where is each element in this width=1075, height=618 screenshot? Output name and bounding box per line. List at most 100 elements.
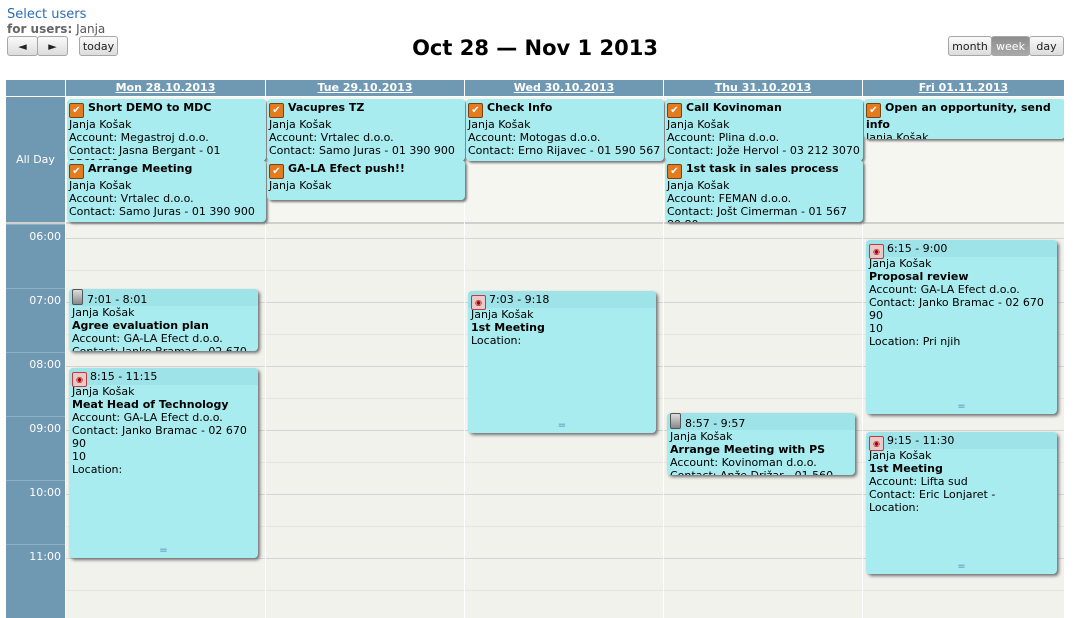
timed-event[interactable]: ◉ 8:15 - 11:15 Janja Košak Meat Head of Tec…: [69, 368, 258, 558]
task-checkbox-icon[interactable]: ✔: [69, 103, 84, 118]
event-title-row: ✔ Short DEMO to MDC: [69, 101, 264, 118]
all-day-label: All Day: [6, 97, 65, 222]
prev-button[interactable]: ◄: [7, 36, 38, 56]
timed-event[interactable]: 7:01 - 8:01 Janja Košak Agree evaluation p…: [69, 289, 258, 352]
event-title-row: ✔ Open an opportunity, send info: [866, 101, 1063, 131]
hour-label: 08:00: [29, 358, 61, 371]
event-title-row: ✔ Call Kovinoman: [667, 101, 861, 118]
all-day-event[interactable]: ✔ 1st task in sales process Janja Košak Acc…: [665, 160, 863, 222]
column-divider: [663, 80, 664, 618]
event-owner: Janja Košak: [72, 306, 135, 320]
hour-label: 06:00: [29, 230, 61, 243]
resize-handle[interactable]: =: [468, 421, 656, 431]
day-header[interactable]: Fri 01.11.2013: [863, 80, 1064, 96]
all-day-event[interactable]: ✔ Arrange Meeting Janja Košak Account: Vrta…: [67, 160, 266, 222]
event-title-row: ✔ GA-LA Efect push!!: [269, 162, 463, 179]
event-time: 7:01 - 8:01: [87, 293, 148, 307]
event-title: Open an opportunity, send info: [866, 101, 1051, 131]
view-month-button[interactable]: month: [948, 36, 992, 56]
task-checkbox-icon[interactable]: ✔: [468, 103, 483, 118]
task-checkbox-icon[interactable]: ✔: [69, 164, 84, 179]
event-time-bar: ◉ 6:15 - 9:00: [866, 240, 1057, 259]
day-header[interactable]: Tue 29.10.2013: [266, 80, 464, 96]
all-day-event[interactable]: ✔ Vacupres TZ Janja Košak Account: Vrtalec …: [267, 99, 465, 161]
phone-icon: [72, 289, 83, 306]
event-detail: Janja Košak: [69, 179, 132, 192]
column-divider: [65, 80, 66, 618]
for-users-label: for users:: [7, 22, 73, 36]
row-divider: [66, 238, 1064, 239]
task-checkbox-icon[interactable]: ✔: [667, 164, 682, 179]
hour-divider: [6, 544, 65, 545]
task-checkbox-icon[interactable]: ✔: [269, 164, 284, 179]
event-body: Janja Košak Arrange Meeting with PS Accoun…: [667, 430, 855, 475]
phone-icon: [670, 412, 681, 429]
event-detail: Janja Košak: [269, 118, 332, 131]
event-detail: Contact: Jasna Bergant - 01 2561056: [69, 144, 221, 161]
hour-label: 10:00: [29, 486, 61, 499]
event-detail: Account: Vrtalec d.o.o.: [269, 131, 394, 144]
event-title: Check Info: [487, 101, 553, 114]
all-day-event[interactable]: ✔ Short DEMO to MDC Janja Košak Account: Me…: [67, 99, 266, 161]
event-title: 1st Meeting: [471, 321, 545, 335]
event-body: Janja Košak Meat Head of Technology Accoun…: [69, 385, 258, 476]
all-day-event[interactable]: ✔ Call Kovinoman Janja Košak Account: Plina…: [665, 99, 863, 161]
resize-handle[interactable]: =: [866, 562, 1057, 572]
event-time-bar: ◉ 9:15 - 11:30: [866, 432, 1057, 451]
event-detail: Contact: Erno Rijavec - 01 590 567: [468, 144, 661, 157]
resize-handle[interactable]: =: [866, 402, 1057, 412]
event-detail: 10: [72, 450, 86, 463]
task-checkbox-icon[interactable]: ✔: [269, 103, 284, 118]
event-body: Janja Košak Proposal review Account: GA-LA…: [866, 257, 1057, 348]
view-day-button[interactable]: day: [1029, 36, 1064, 56]
event-detail: Account: GA-LA Efect d.o.o.: [869, 283, 1020, 296]
event-body: Janja Košak Agree evaluation plan Account:…: [69, 306, 258, 351]
day-header[interactable]: Wed 30.10.2013: [465, 80, 663, 96]
event-title: Proposal review: [869, 270, 969, 283]
timed-event[interactable]: ◉ 7:03 - 9:18 Janja Košak 1st Meeting Locati…: [468, 291, 656, 434]
event-detail: Account: FEMAN d.o.o.: [667, 192, 792, 205]
event-owner: Janja Košak: [869, 257, 932, 270]
event-title-row: ✔ 1st task in sales process: [667, 162, 861, 179]
for-users-text: for users: Janja: [7, 22, 105, 36]
task-checkbox-icon[interactable]: ✔: [667, 103, 682, 118]
event-detail: Contact: Janko Bramac - 02 670 90: [72, 424, 247, 450]
day-header[interactable]: Thu 31.10.2013: [664, 80, 862, 96]
event-owner: Janja Košak: [72, 385, 135, 398]
event-detail: Account: Vrtalec d.o.o.: [69, 192, 194, 205]
event-title-row: ✔ Check Info: [468, 101, 662, 118]
page-title: Oct 28 — Nov 1 2013: [412, 36, 658, 60]
event-detail: Contact: Jošt Cimerman - 01 567 80 80: [667, 205, 847, 222]
event-owner: Janja Košak: [869, 449, 932, 462]
event-detail: Account: Megastroj d.o.o.: [69, 131, 209, 144]
event-title: Vacupres TZ: [288, 101, 365, 114]
event-detail: 10: [869, 322, 883, 335]
for-users-value: Janja: [76, 22, 106, 36]
event-time: 7:03 - 9:18: [489, 293, 550, 307]
resize-handle[interactable]: =: [69, 546, 258, 556]
day-header[interactable]: Mon 28.10.2013: [66, 80, 265, 96]
all-day-event[interactable]: ✔ Open an opportunity, send info Janja Koš…: [864, 99, 1064, 139]
next-button[interactable]: ►: [37, 36, 68, 56]
timed-event[interactable]: 8:57 - 9:57 Janja Košak Arrange Meeting wi…: [667, 412, 855, 475]
event-title: 1st Meeting: [869, 462, 943, 475]
today-button[interactable]: today: [79, 36, 118, 56]
timed-event[interactable]: ◉ 6:15 - 9:00 Janja Košak Proposal review Ac…: [866, 240, 1057, 414]
all-day-event[interactable]: ✔ GA-LA Efect push!! Janja Košak: [267, 160, 465, 200]
event-detail: Contact: Samo Juras - 01 390 900: [269, 144, 455, 157]
event-detail: Account: GA-LA Efect d.o.o.: [72, 411, 223, 424]
event-detail: Contact: Samo Juras - 01 390 900: [69, 205, 255, 218]
event-detail: Account: Kovinoman d.o.o.: [670, 455, 817, 469]
week-calendar-grid: All Day 06:00 07:00 08:00 09:00 10:00 11:00 M…: [6, 80, 1064, 618]
event-time-bar: 8:57 - 9:57: [667, 412, 855, 430]
task-checkbox-icon[interactable]: ✔: [866, 103, 881, 118]
hour-label: 07:00: [29, 294, 61, 307]
row-divider: [66, 590, 1064, 591]
select-users-link[interactable]: Select users: [7, 7, 86, 22]
timed-event[interactable]: ◉ 9:15 - 11:30 Janja Košak 1st Meeting Accou…: [866, 432, 1057, 574]
event-time-bar: ◉ 7:03 - 9:18: [468, 291, 656, 311]
view-week-button[interactable]: week: [991, 36, 1030, 56]
all-day-event[interactable]: ✔ Check Info Janja Košak Account: Motogas d…: [466, 99, 664, 161]
hour-label: 09:00: [29, 422, 61, 435]
event-title: Short DEMO to MDC: [88, 101, 212, 114]
